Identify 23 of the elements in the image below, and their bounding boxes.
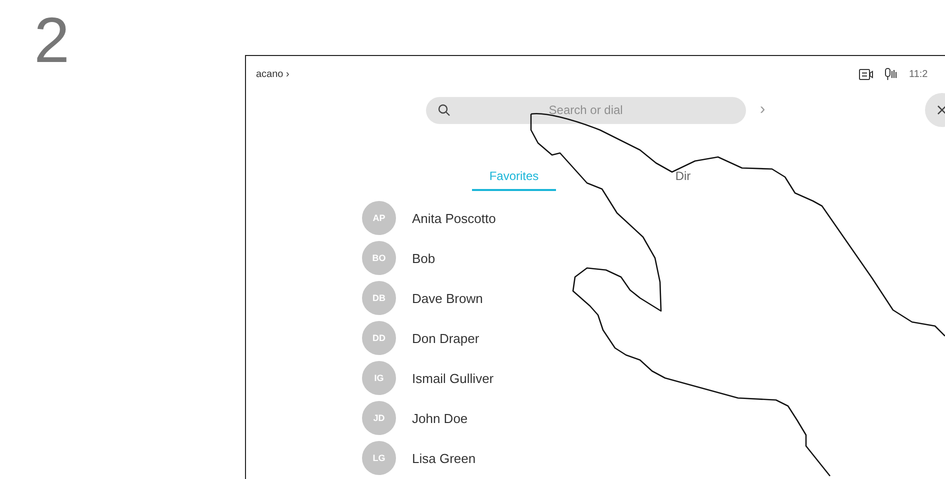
contact-name[interactable]: Anita Poscotto: [412, 210, 496, 226]
avatar: LG: [362, 441, 396, 475]
search-icon: [438, 104, 450, 116]
avatar: JD: [362, 401, 396, 435]
contact-name[interactable]: Dave Brown: [412, 290, 483, 306]
device-name[interactable]: acano ›: [256, 68, 290, 80]
avatar: DD: [362, 321, 396, 355]
contact-name[interactable]: Don Draper: [412, 330, 480, 346]
contact-name[interactable]: Ismail Gulliver: [412, 370, 494, 386]
step-number: 2: [34, 8, 70, 72]
contact-name[interactable]: Lisa Green: [412, 450, 476, 466]
video-icon[interactable]: [859, 68, 873, 80]
search-field[interactable]: Search or dial: [426, 96, 746, 124]
close-icon: [937, 105, 945, 115]
microphone-icon[interactable]: [885, 68, 897, 80]
avatar: DB: [362, 281, 396, 315]
clock-time: 11:2: [909, 68, 929, 80]
contact-name[interactable]: John Doe: [412, 410, 468, 426]
avatar: IG: [362, 361, 396, 395]
tab[interactable]: Dir: [653, 165, 713, 191]
contact-name[interactable]: Bob: [412, 250, 436, 266]
avatar: AP: [362, 201, 396, 235]
avatar: BO: [362, 241, 396, 275]
